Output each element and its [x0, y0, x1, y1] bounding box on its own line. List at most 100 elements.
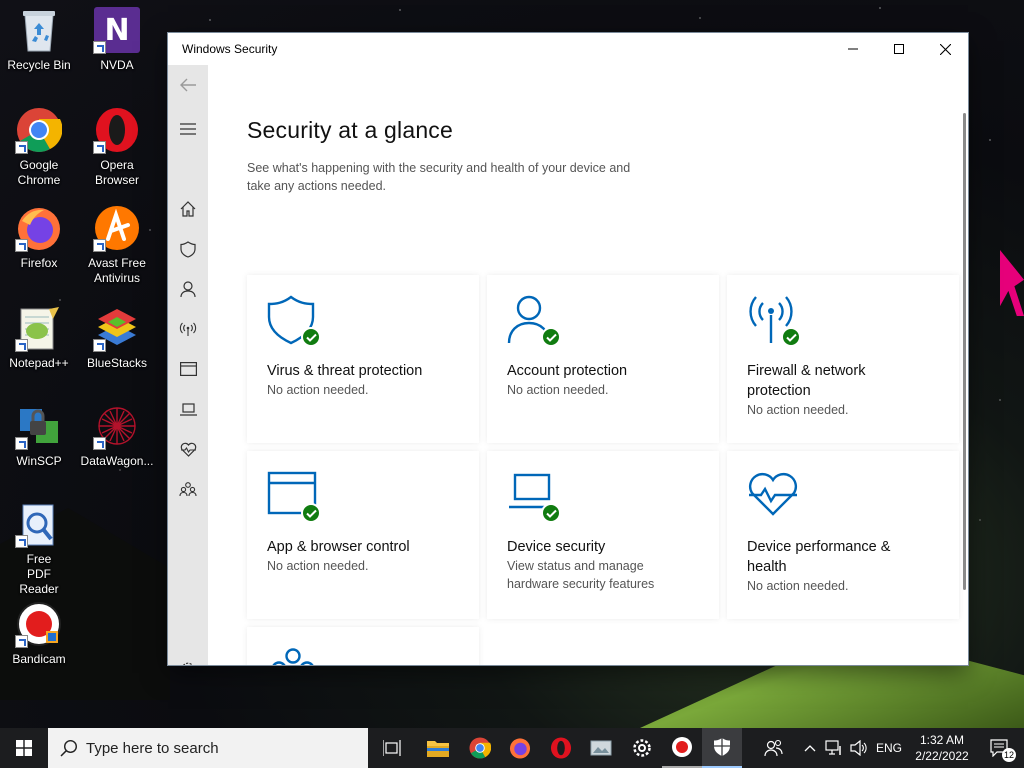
desktop-icon-bluestacks[interactable]: BlueStacks [79, 304, 155, 371]
tile-name: Device performance & health [747, 539, 891, 575]
nav-home[interactable] [168, 193, 208, 225]
desktop-icon-label: WinSCP [16, 454, 62, 468]
gear-icon [183, 662, 193, 665]
avast-icon [93, 204, 141, 252]
maximize-button[interactable] [876, 33, 922, 65]
search-placeholder: Type here to search [86, 739, 219, 757]
desktop-icon-label: Recycle Bin [7, 58, 71, 72]
action-center-button[interactable]: 12 [980, 728, 1020, 768]
close-icon [939, 43, 951, 55]
taskbar-opera[interactable] [541, 728, 581, 768]
nav-device-security[interactable] [168, 393, 208, 425]
antenna-icon [747, 295, 801, 347]
desktop-icon-notepad-plus-plus[interactable]: Notepad++ [1, 304, 77, 371]
volume-button[interactable] [846, 728, 872, 768]
nav-app-browser-control[interactable] [168, 353, 208, 385]
nav-account-protection[interactable] [168, 273, 208, 305]
desktop-icon-recycle-bin[interactable]: Recycle Bin [1, 6, 77, 73]
heart-pulse-icon [180, 442, 196, 457]
desktop-icon-label: Bandicam [12, 652, 66, 666]
check-icon [781, 327, 801, 347]
tile-family-options[interactable] [247, 627, 479, 665]
pink-cursor-decoration [1000, 250, 1024, 316]
desktop-icon-google-chrome[interactable]: Google Chrome [1, 106, 77, 188]
nav-settings[interactable] [168, 653, 208, 665]
check-icon [301, 327, 321, 347]
main-content: Security at a glance See what's happenin… [208, 65, 968, 665]
taskbar-search-box[interactable]: Type here to search [48, 728, 368, 768]
tile-app-browser-control[interactable]: App & browser control No action needed. [247, 451, 479, 619]
person-icon [507, 295, 561, 347]
tile-account-protection[interactable]: Account protection No action needed. [487, 275, 719, 443]
tile-status: No action needed. [267, 559, 369, 573]
desktop-icon-label: Firefox [20, 256, 58, 270]
nvda-icon: N [93, 6, 141, 54]
navigation-sidebar [168, 65, 208, 665]
title-bar[interactable]: Windows Security [168, 33, 968, 65]
nav-virus-threat-protection[interactable] [168, 233, 208, 265]
check-icon [541, 327, 561, 347]
show-hidden-icons-button[interactable] [800, 728, 820, 768]
network-button[interactable] [822, 728, 846, 768]
desktop-icon-bandicam[interactable]: Bandicam [1, 600, 77, 667]
taskbar-firefox[interactable] [500, 728, 540, 768]
desktop-icon-label: Avast Free Antivirus [88, 256, 146, 285]
check-icon [541, 503, 561, 523]
tile-firewall-network-protection[interactable]: Firewall & network protection No action … [727, 275, 959, 443]
tile-name: Account protection [507, 363, 628, 379]
taskbar-chrome[interactable] [460, 728, 500, 768]
close-button[interactable] [922, 33, 968, 65]
tile-name: Virus & threat protection [267, 363, 423, 379]
minimize-button[interactable] [830, 33, 876, 65]
notification-count-badge: 12 [1002, 748, 1016, 762]
speaker-icon [850, 740, 867, 756]
nav-device-performance-health[interactable] [168, 433, 208, 465]
menu-button[interactable] [168, 113, 208, 145]
people-button[interactable] [754, 728, 794, 768]
tile-virus-threat-protection[interactable]: Virus & threat protection No action need… [247, 275, 479, 443]
desktop-icon-opera-browser[interactable]: Opera Browser [79, 106, 155, 188]
taskbar-bandicam[interactable] [662, 728, 702, 768]
datawagon-icon [93, 402, 141, 450]
laptop-icon [507, 471, 561, 523]
windows-security-window: Windows Security Security at a glance Se… [168, 33, 968, 665]
window-title: Windows Security [182, 42, 278, 56]
person-icon [180, 281, 196, 297]
language-indicator[interactable]: ENG [876, 741, 902, 755]
family-icon [179, 481, 197, 496]
antenna-icon [179, 322, 197, 336]
check-icon [301, 503, 321, 523]
record-icon [672, 737, 692, 757]
opera-icon [93, 106, 141, 154]
back-button[interactable] [168, 69, 208, 101]
desktop-icon-datawagon[interactable]: DataWagon... [79, 402, 155, 469]
desktop-icon-winscp[interactable]: WinSCP [1, 402, 77, 469]
people-icon [764, 739, 783, 757]
desktop-icon-label: Opera Browser [94, 158, 139, 187]
desktop-icon-label: Google Chrome [17, 158, 61, 187]
clock[interactable]: 1:32 AM 2/22/2022 [912, 732, 972, 764]
tile-device-security[interactable]: Device security View status and manage h… [487, 451, 719, 619]
taskbar: Type here to search ENG 1:32 AM 2/22/202… [0, 728, 1024, 768]
hamburger-icon [180, 123, 196, 135]
desktop-icon-free-pdf-reader[interactable]: Free PDF Reader [1, 500, 77, 597]
nav-firewall-network[interactable] [168, 313, 208, 345]
taskbar-app[interactable] [581, 728, 621, 768]
maximize-icon [894, 44, 904, 54]
scrollbar[interactable] [963, 113, 966, 590]
taskbar-file-explorer[interactable] [418, 728, 458, 768]
taskbar-settings[interactable] [622, 728, 662, 768]
desktop-icon-nvda[interactable]: N NVDA [79, 6, 155, 73]
taskbar-windows-security[interactable] [702, 728, 742, 768]
start-button[interactable] [4, 728, 44, 768]
task-view-button[interactable] [372, 728, 412, 768]
browser-window-icon [267, 471, 321, 523]
firefox-icon [509, 738, 531, 759]
opera-icon [550, 737, 572, 759]
tile-status: No action needed. [747, 403, 849, 417]
desktop-icon-avast-free-antivirus[interactable]: Avast Free Antivirus [79, 204, 155, 286]
desktop-icon-firefox[interactable]: Firefox [1, 204, 77, 271]
bluestacks-icon [93, 304, 141, 352]
nav-family-options[interactable] [168, 473, 208, 505]
tile-device-performance-health[interactable]: Device performance & health No action ne… [727, 451, 959, 619]
